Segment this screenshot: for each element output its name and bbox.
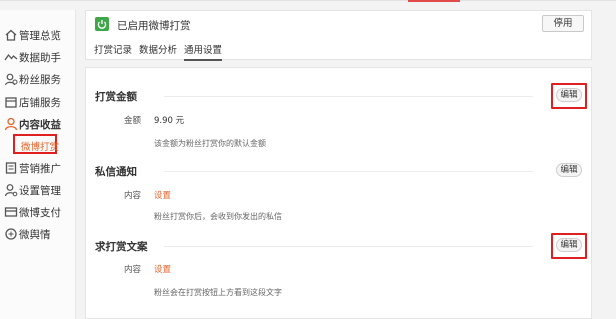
home-icon [4, 28, 18, 42]
field-description: 粉丝会在打赏按钮上方看到这段文字 [154, 288, 282, 297]
sidebar-subitem-label: 微博打赏 [21, 142, 60, 153]
opinion-icon [4, 227, 18, 241]
tab-reward-records[interactable]: 打赏记录 [94, 42, 132, 61]
sidebar-item-shop[interactable]: 店铺服务 [0, 92, 75, 112]
amount-value: 9.90 元 [154, 116, 185, 126]
setup-link[interactable]: 设置 [154, 189, 171, 201]
sidebar: 管理总览 数据助手 粉丝服务 店铺服务 内容收益 微博打赏 营销推广 设置管理 … [0, 10, 76, 319]
section-divider [164, 246, 533, 247]
section-divider [164, 171, 533, 172]
field-label: 内容 [124, 265, 142, 275]
chart-line-icon [4, 50, 18, 64]
reward-header: 已启用微博打赏 停用 打赏记录 数据分析 通用设置 [85, 10, 592, 61]
sidebar-item-label: 微舆情 [19, 229, 51, 241]
field-label: 金额 [124, 116, 142, 126]
disable-button[interactable]: 停用 [542, 15, 584, 32]
section-title: 私信通知 [95, 166, 137, 178]
sidebar-item-marketing[interactable]: 营销推广 [0, 158, 75, 178]
sidebar-subitem-weibo-reward[interactable]: 微博打赏 [13, 134, 60, 154]
sidebar-item-label: 店铺服务 [19, 97, 61, 109]
sidebar-item-label: 粉丝服务 [19, 74, 61, 86]
sidebar-item-payment[interactable]: 微博支付 [0, 202, 75, 222]
field-description: 粉丝打赏你后，会收到你发出的私信 [154, 212, 282, 221]
edit-button[interactable]: 编辑 [556, 163, 582, 177]
top-border [0, 0, 616, 1]
setup-link[interactable]: 设置 [154, 263, 171, 275]
tab-general-settings[interactable]: 通用设置 [184, 42, 223, 61]
power-icon [95, 17, 109, 31]
sidebar-item-settings[interactable]: 设置管理 [0, 180, 75, 200]
section-title: 求打赏文案 [95, 241, 148, 253]
fans-icon [4, 72, 18, 86]
top-accent-mark [408, 0, 460, 2]
sidebar-item-label: 设置管理 [19, 185, 61, 197]
payment-icon [4, 205, 18, 219]
sidebar-item-content-revenue[interactable]: 内容收益 [0, 114, 75, 134]
edit-button[interactable]: 编辑 [556, 88, 582, 102]
sidebar-item-overview[interactable]: 管理总览 [0, 25, 75, 45]
sidebar-item-data[interactable]: 数据助手 [0, 47, 75, 67]
settings-user-icon [4, 183, 18, 197]
sidebar-item-opinion[interactable]: 微舆情 [0, 224, 75, 244]
page-title: 已启用微博打赏 [117, 20, 191, 32]
user-icon [4, 117, 18, 131]
sidebar-item-fans[interactable]: 粉丝服务 [0, 69, 75, 89]
sidebar-item-label: 营销推广 [19, 163, 61, 175]
sidebar-item-label: 管理总览 [19, 30, 61, 42]
sidebar-item-label: 微博支付 [19, 207, 61, 219]
edit-button[interactable]: 编辑 [556, 238, 582, 252]
sidebar-item-label: 数据助手 [19, 52, 61, 64]
field-label: 内容 [124, 191, 142, 201]
marketing-icon [4, 161, 18, 175]
field-description: 该金额为粉丝打赏你的默认金额 [154, 139, 266, 148]
section-title: 打赏金额 [95, 91, 137, 103]
shop-icon [4, 95, 18, 109]
settings-panel: 打赏金额 编辑 金额 9.90 元 该金额为粉丝打赏你的默认金额 私信通知 编辑… [85, 67, 592, 319]
tab-data-analysis[interactable]: 数据分析 [139, 42, 177, 61]
sidebar-item-label: 内容收益 [19, 119, 61, 131]
section-divider [164, 96, 533, 97]
